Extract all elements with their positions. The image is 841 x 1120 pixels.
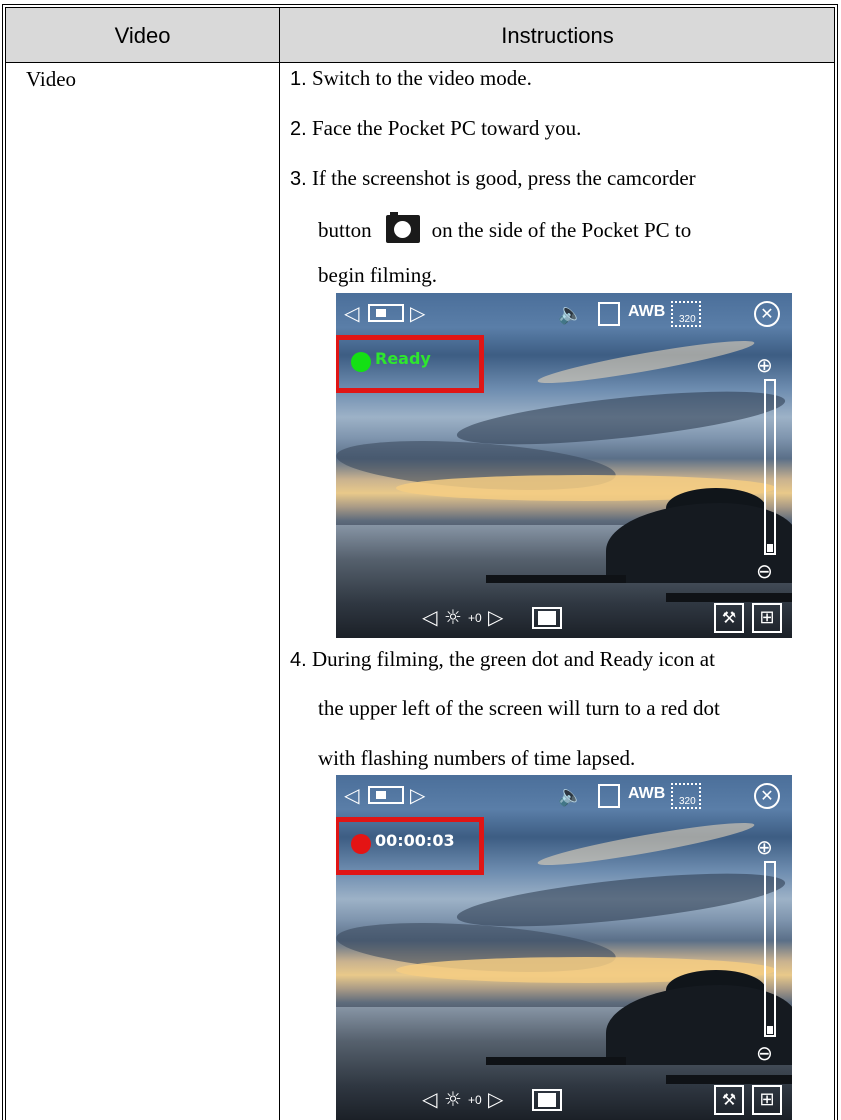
triangle-left-icon[interactable]: ◁ xyxy=(422,605,437,629)
header-instructions: Instructions xyxy=(501,23,614,48)
triangle-left-icon[interactable]: ◁ xyxy=(422,1087,437,1111)
sun-icon: ☼ xyxy=(444,605,462,629)
triangle-right-icon[interactable]: ▷ xyxy=(488,1087,503,1111)
zoom-slider[interactable] xyxy=(764,379,776,555)
step-number: 1. xyxy=(290,68,307,90)
speaker-icon[interactable]: 🔈 xyxy=(558,301,583,325)
sun-icon: ☼ xyxy=(444,1087,462,1111)
resolution-label: 320 xyxy=(679,796,696,807)
resolution-icon[interactable]: 320 xyxy=(671,301,701,327)
step-4-line-2: the upper left of the screen will turn t… xyxy=(318,696,720,720)
resolution-icon[interactable]: 320 xyxy=(671,783,701,809)
step-text: button xyxy=(318,218,372,242)
step-text: Switch to the video mode. xyxy=(306,66,532,90)
storage-card-icon[interactable] xyxy=(598,784,620,808)
step-number: 2. xyxy=(290,118,307,140)
camera-preview-ready: ◁ ▷ 🔈 AWB 320 ✕ ⊕ ⊖ ◁ ☼ +0 ▷ ⚒ ⊞ Ready xyxy=(336,293,792,638)
triangle-right-icon[interactable]: ▷ xyxy=(410,301,425,325)
step-text: Face the Pocket PC toward you. xyxy=(306,116,582,140)
ev-value: +0 xyxy=(468,611,482,625)
frame-icon[interactable] xyxy=(532,1089,562,1111)
step-1: 1. Switch to the video mode. xyxy=(290,66,830,91)
video-mode-icon[interactable] xyxy=(368,304,404,322)
frame-icon[interactable] xyxy=(532,607,562,629)
storage-card-icon[interactable] xyxy=(598,302,620,326)
tools-icon[interactable]: ⚒ xyxy=(714,1085,744,1115)
zoom-in-icon[interactable]: ⊕ xyxy=(756,353,773,377)
step-4-line-3: with flashing numbers of time lapsed. xyxy=(318,746,636,770)
triangle-left-icon[interactable]: ◁ xyxy=(344,301,359,325)
pier xyxy=(666,593,792,602)
step-number: 3. xyxy=(290,168,307,190)
camera-preview-recording: ◁ ▷ 🔈 AWB 320 ✕ ⊕ ⊖ ◁ ☼ +0 ▷ ⚒ ⊞ 00:00:0… xyxy=(336,775,792,1120)
grid-icon[interactable]: ⊞ xyxy=(752,603,782,633)
zoom-in-icon[interactable]: ⊕ xyxy=(756,835,773,859)
column-divider xyxy=(279,8,280,1120)
triangle-left-icon[interactable]: ◁ xyxy=(344,783,359,807)
feature-name: Video xyxy=(26,67,77,91)
zoom-slider[interactable] xyxy=(764,861,776,1037)
table-header: Video Instructions xyxy=(6,8,834,63)
ev-value: +0 xyxy=(468,1093,482,1107)
triangle-right-icon[interactable]: ▷ xyxy=(410,783,425,807)
pier xyxy=(486,575,626,583)
video-mode-icon[interactable] xyxy=(368,786,404,804)
step-3-line-3: begin filming. xyxy=(318,263,437,287)
step-text: During filming, the green dot and Ready … xyxy=(306,647,715,671)
zoom-thumb[interactable] xyxy=(767,544,773,552)
awb-label[interactable]: AWB xyxy=(628,303,665,321)
status-dot xyxy=(351,352,371,372)
step-2: 2. Face the Pocket PC toward you. xyxy=(290,116,830,141)
close-icon[interactable]: ✕ xyxy=(754,783,780,809)
header-video: Video xyxy=(114,23,171,48)
step-3-line-1: 3. If the screenshot is good, press the … xyxy=(290,166,830,191)
step-text: If the screenshot is good, press the cam… xyxy=(306,166,696,190)
pier xyxy=(666,1075,792,1084)
zoom-thumb[interactable] xyxy=(767,1026,773,1034)
tools-icon[interactable]: ⚒ xyxy=(714,603,744,633)
awb-label[interactable]: AWB xyxy=(628,785,665,803)
camera-icon xyxy=(385,212,420,243)
pier xyxy=(486,1057,626,1065)
step-text: on the side of the Pocket PC to xyxy=(431,218,692,242)
zoom-out-icon[interactable]: ⊖ xyxy=(756,559,773,583)
status-dot xyxy=(351,834,371,854)
triangle-right-icon[interactable]: ▷ xyxy=(488,605,503,629)
resolution-label: 320 xyxy=(679,314,696,325)
grid-icon[interactable]: ⊞ xyxy=(752,1085,782,1115)
step-number: 4. xyxy=(290,649,307,671)
close-icon[interactable]: ✕ xyxy=(754,301,780,327)
status-highlight: 00:00:03 xyxy=(336,817,484,875)
step-4-line-1: 4. During filming, the green dot and Rea… xyxy=(290,647,830,672)
status-text: 00:00:03 xyxy=(375,831,455,850)
speaker-icon[interactable]: 🔈 xyxy=(558,783,583,807)
status-text: Ready xyxy=(375,349,431,368)
status-highlight: Ready xyxy=(336,335,484,393)
zoom-out-icon[interactable]: ⊖ xyxy=(756,1041,773,1065)
step-3-line-2: button on the side of the Pocket PC to xyxy=(318,212,841,243)
